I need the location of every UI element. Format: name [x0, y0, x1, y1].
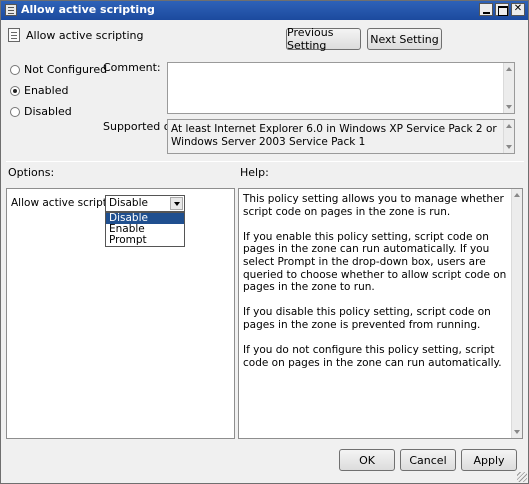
supported-on-field: At least Internet Explorer 6.0 in Window… [167, 119, 515, 154]
radio-circle [10, 106, 20, 117]
divider [6, 161, 524, 162]
resize-grip-icon[interactable] [517, 472, 527, 482]
enabled-radio[interactable]: Enabled [10, 84, 68, 97]
help-scrollbar[interactable] [511, 189, 522, 438]
comment-label: Comment: [103, 61, 161, 74]
help-paragraph: If you enable this policy setting, scrip… [243, 230, 507, 294]
not-configured-label: Not Configured [24, 63, 108, 76]
disabled-radio[interactable]: Disabled [10, 105, 72, 118]
radio-circle-checked [10, 85, 20, 96]
setting-icon [8, 28, 20, 42]
scroll-down-icon[interactable] [514, 430, 520, 434]
supported-scrollbar[interactable] [503, 120, 514, 153]
ok-button[interactable]: OK [339, 449, 395, 471]
active-scripting-select[interactable]: Disable [105, 195, 185, 212]
title-bar[interactable]: Allow active scripting ✕ [1, 1, 528, 20]
radio-circle [10, 64, 20, 75]
policy-setting-dialog: Allow active scripting ✕ Allow active sc… [0, 0, 529, 484]
enabled-label: Enabled [24, 84, 69, 97]
disabled-label: Disabled [24, 105, 72, 118]
scroll-down-icon[interactable] [506, 145, 512, 149]
dropdown-option-prompt[interactable]: Prompt [106, 235, 184, 246]
help-paragraph: If you disable this policy setting, scri… [243, 306, 491, 331]
not-configured-radio[interactable]: Not Configured [10, 63, 107, 76]
scroll-down-icon[interactable] [506, 105, 512, 109]
select-value: Disable [109, 197, 148, 209]
dropdown-list: Disable Enable Prompt [105, 212, 185, 247]
scroll-up-icon[interactable] [506, 124, 512, 128]
setting-title: Allow active scripting [26, 29, 144, 42]
chevron-down-icon[interactable] [170, 197, 183, 210]
options-pane: Allow active scripting Disable Disable E… [6, 188, 235, 439]
previous-setting-button[interactable]: Previous Setting [286, 26, 361, 52]
help-label: Help: [240, 166, 269, 179]
minimize-button[interactable] [479, 3, 493, 16]
help-text: This policy setting allows you to manage… [243, 193, 507, 382]
comment-scrollbar[interactable] [503, 63, 514, 113]
apply-button[interactable]: Apply [461, 449, 517, 471]
next-setting-button[interactable]: Next Setting [367, 28, 442, 50]
scroll-up-icon[interactable] [506, 67, 512, 71]
comment-field[interactable] [167, 62, 515, 114]
help-pane: This policy setting allows you to manage… [238, 188, 523, 439]
supported-on-value: At least Internet Explorer 6.0 in Window… [171, 123, 497, 148]
scroll-up-icon[interactable] [514, 193, 520, 197]
maximize-button[interactable] [495, 3, 509, 16]
policy-icon [5, 4, 17, 16]
help-paragraph: If you do not configure this policy sett… [243, 344, 502, 369]
options-label: Options: [8, 166, 55, 179]
close-button[interactable]: ✕ [511, 3, 525, 16]
cancel-button[interactable]: Cancel [400, 449, 456, 471]
help-paragraph: This policy setting allows you to manage… [243, 193, 504, 218]
window-title: Allow active scripting [21, 3, 155, 16]
